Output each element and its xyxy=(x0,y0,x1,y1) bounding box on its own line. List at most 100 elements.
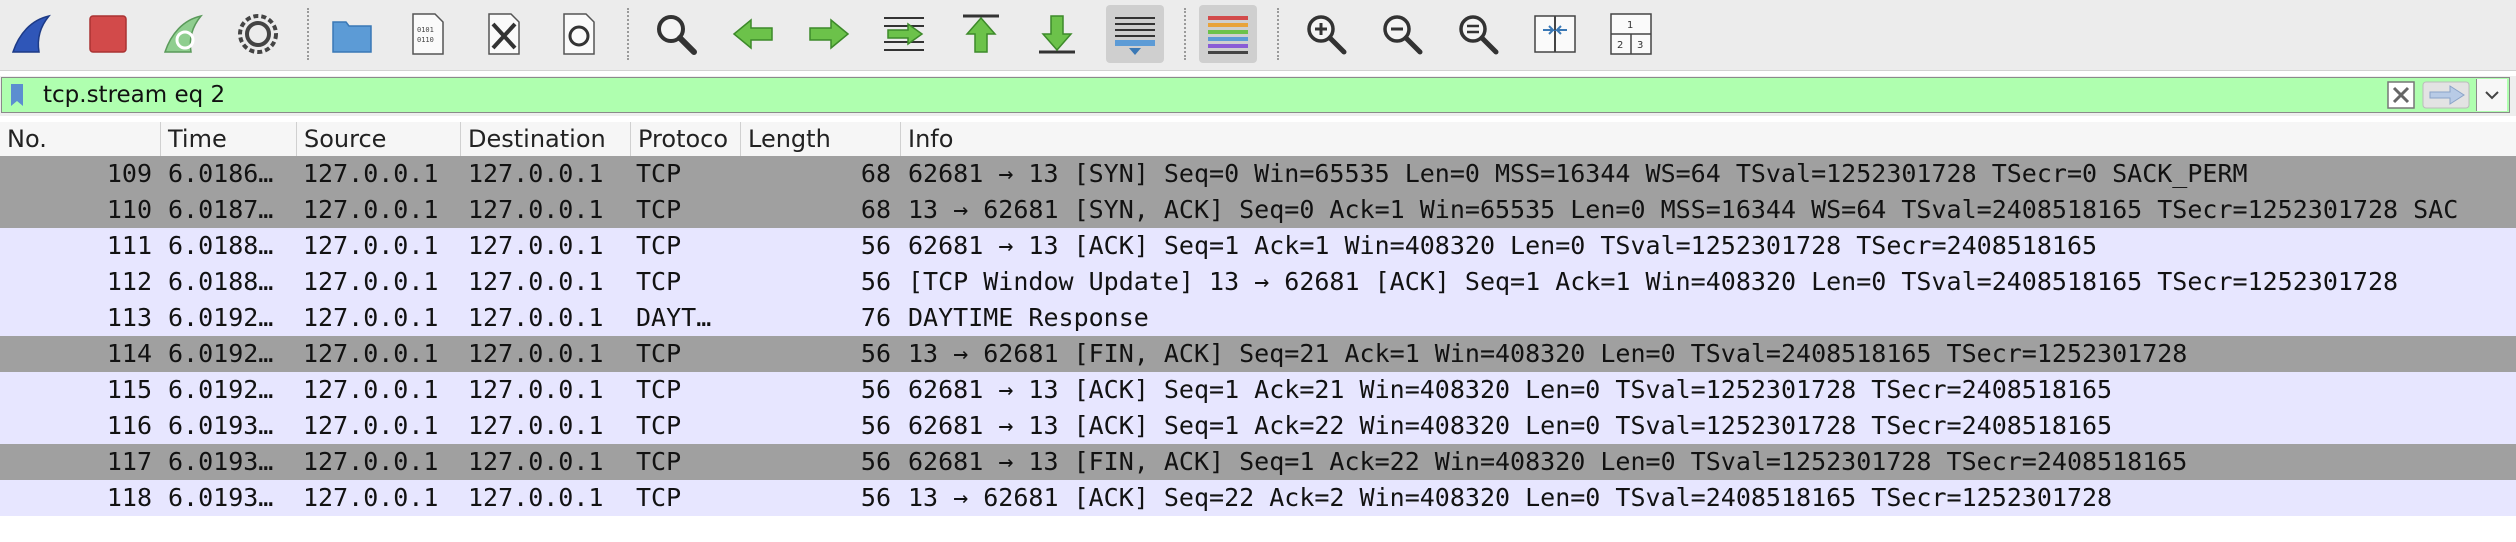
packet-info: 62681 → 13 [ACK] Seq=1 Ack=1 Win=408320 … xyxy=(908,231,2098,260)
packet-destination: 127.0.0.1 xyxy=(468,375,604,404)
packet-list: 109 6.0186… 127.0.0.1 127.0.0.1 TCP 68 6… xyxy=(0,156,2516,516)
column-header-info[interactable]: Info xyxy=(900,122,2516,156)
packet-info: 62681 → 13 [ACK] Seq=1 Ack=22 Win=408320… xyxy=(908,411,2113,440)
packet-number: 117 xyxy=(106,447,152,476)
capture-options-button[interactable] xyxy=(229,5,287,63)
packet-row[interactable]: 110 6.0187… 127.0.0.1 127.0.0.1 TCP 68 1… xyxy=(0,192,2516,228)
packet-row[interactable]: 116 6.0193… 127.0.0.1 127.0.0.1 TCP 56 6… xyxy=(0,408,2516,444)
packet-destination: 127.0.0.1 xyxy=(468,159,604,188)
packet-row[interactable]: 117 6.0193… 127.0.0.1 127.0.0.1 TCP 56 6… xyxy=(0,444,2516,480)
packet-length: 56 xyxy=(860,339,891,368)
svg-text:2: 2 xyxy=(1617,40,1623,51)
packet-row[interactable]: 114 6.0192… 127.0.0.1 127.0.0.1 TCP 56 1… xyxy=(0,336,2516,372)
stop-capture-button[interactable] xyxy=(79,5,137,63)
go-forward-button[interactable] xyxy=(800,5,858,63)
go-to-packet-icon xyxy=(884,17,924,51)
packet-length: 56 xyxy=(860,231,891,260)
chevron-down-icon xyxy=(2485,91,2499,100)
filter-expression[interactable]: tcp.stream eq 2 xyxy=(43,82,225,108)
packet-number: 115 xyxy=(106,375,152,404)
filter-history-dropdown[interactable] xyxy=(2476,79,2507,111)
packet-destination: 127.0.0.1 xyxy=(468,411,604,440)
zoom-out-icon xyxy=(1383,15,1423,55)
svg-text:0110: 0110 xyxy=(417,36,434,44)
packet-destination: 127.0.0.1 xyxy=(468,483,604,512)
resize-columns-button[interactable] xyxy=(1526,5,1584,63)
display-filter-bar: tcp.stream eq 2 xyxy=(0,76,2516,116)
save-file-button[interactable]: 0101 0110 xyxy=(398,5,456,63)
packet-destination: 127.0.0.1 xyxy=(468,339,604,368)
go-forward-icon xyxy=(809,18,850,50)
packet-source: 127.0.0.1 xyxy=(303,303,439,332)
find-packet-button[interactable] xyxy=(647,5,705,63)
go-to-last-packet-button[interactable] xyxy=(1028,5,1086,63)
column-header-protocol[interactable]: Protoco xyxy=(630,122,740,156)
main-toolbar: 0101 0110 1 2 3 xyxy=(0,0,2516,71)
packet-protocol: DAYT… xyxy=(636,303,712,332)
packet-destination: 127.0.0.1 xyxy=(468,195,604,224)
packet-number: 114 xyxy=(106,339,152,368)
open-file-button[interactable] xyxy=(323,5,381,63)
packet-source: 127.0.0.1 xyxy=(303,195,439,224)
packet-time: 6.0192… xyxy=(168,339,274,368)
go-to-packet-button[interactable] xyxy=(875,5,933,63)
zoom-out-button[interactable] xyxy=(1373,5,1431,63)
colorize-button[interactable] xyxy=(1199,5,1257,63)
packet-number: 118 xyxy=(106,483,152,512)
start-capture-icon xyxy=(11,14,51,53)
normal-size-button[interactable] xyxy=(1449,5,1507,63)
clear-filter-icon[interactable] xyxy=(2387,81,2415,109)
packet-number: 111 xyxy=(106,231,152,260)
packet-time: 6.0192… xyxy=(168,375,274,404)
restart-capture-icon xyxy=(163,14,203,53)
packet-protocol: TCP xyxy=(636,195,682,224)
display-filter-input[interactable]: tcp.stream eq 2 xyxy=(1,77,2510,113)
zoom-in-button[interactable] xyxy=(1297,5,1355,63)
column-header-length[interactable]: Length xyxy=(740,122,900,156)
auto-scroll-button[interactable] xyxy=(1106,5,1164,63)
close-file-button[interactable] xyxy=(474,5,532,63)
packet-destination: 127.0.0.1 xyxy=(468,267,604,296)
column-header-no[interactable]: No. xyxy=(0,122,160,156)
column-header-destination[interactable]: Destination xyxy=(460,122,630,156)
packet-protocol: TCP xyxy=(636,483,682,512)
go-back-button[interactable] xyxy=(724,5,782,63)
packet-source: 127.0.0.1 xyxy=(303,267,439,296)
packet-protocol: TCP xyxy=(636,231,682,260)
column-header-time[interactable]: Time xyxy=(160,122,296,156)
packet-source: 127.0.0.1 xyxy=(303,375,439,404)
go-to-first-packet-button[interactable] xyxy=(952,5,1010,63)
packet-source: 127.0.0.1 xyxy=(303,411,439,440)
packet-row[interactable]: 113 6.0192… 127.0.0.1 127.0.0.1 DAYT… 76… xyxy=(0,300,2516,336)
packet-destination: 127.0.0.1 xyxy=(468,231,604,260)
packet-destination: 127.0.0.1 xyxy=(468,447,604,476)
packet-row[interactable]: 109 6.0186… 127.0.0.1 127.0.0.1 TCP 68 6… xyxy=(0,156,2516,192)
column-header-source[interactable]: Source xyxy=(296,122,460,156)
open-file-icon xyxy=(332,21,372,53)
bookmark-icon[interactable] xyxy=(9,84,25,108)
packet-row[interactable]: 118 6.0193… 127.0.0.1 127.0.0.1 TCP 56 1… xyxy=(0,480,2516,516)
packet-info: 62681 → 13 [ACK] Seq=1 Ack=21 Win=408320… xyxy=(908,375,2113,404)
layout-panes-button[interactable]: 1 2 3 xyxy=(1602,5,1660,63)
reload-file-button[interactable] xyxy=(549,5,607,63)
close-file-icon xyxy=(488,13,520,55)
restart-capture-button[interactable] xyxy=(154,5,212,63)
packet-row[interactable]: 112 6.0188… 127.0.0.1 127.0.0.1 TCP 56 [… xyxy=(0,264,2516,300)
packet-time: 6.0187… xyxy=(168,195,274,224)
packet-row[interactable]: 115 6.0192… 127.0.0.1 127.0.0.1 TCP 56 6… xyxy=(0,372,2516,408)
packet-length: 68 xyxy=(860,195,891,224)
packet-row[interactable]: 111 6.0188… 127.0.0.1 127.0.0.1 TCP 56 6… xyxy=(0,228,2516,264)
go-back-icon xyxy=(732,18,773,50)
svg-text:0101: 0101 xyxy=(417,26,434,34)
packet-info: 62681 → 13 [FIN, ACK] Seq=1 Ack=22 Win=4… xyxy=(908,447,2188,476)
packet-time: 6.0193… xyxy=(168,411,274,440)
start-capture-button[interactable] xyxy=(2,5,60,63)
packet-time: 6.0192… xyxy=(168,303,274,332)
reload-file-icon xyxy=(563,13,595,55)
layout-panes-icon: 1 2 3 xyxy=(1610,13,1652,55)
packet-number: 112 xyxy=(106,267,152,296)
packet-time: 6.0193… xyxy=(168,447,274,476)
packet-source: 127.0.0.1 xyxy=(303,339,439,368)
apply-filter-icon[interactable] xyxy=(2422,81,2470,109)
go-to-first-packet-icon xyxy=(963,14,999,53)
